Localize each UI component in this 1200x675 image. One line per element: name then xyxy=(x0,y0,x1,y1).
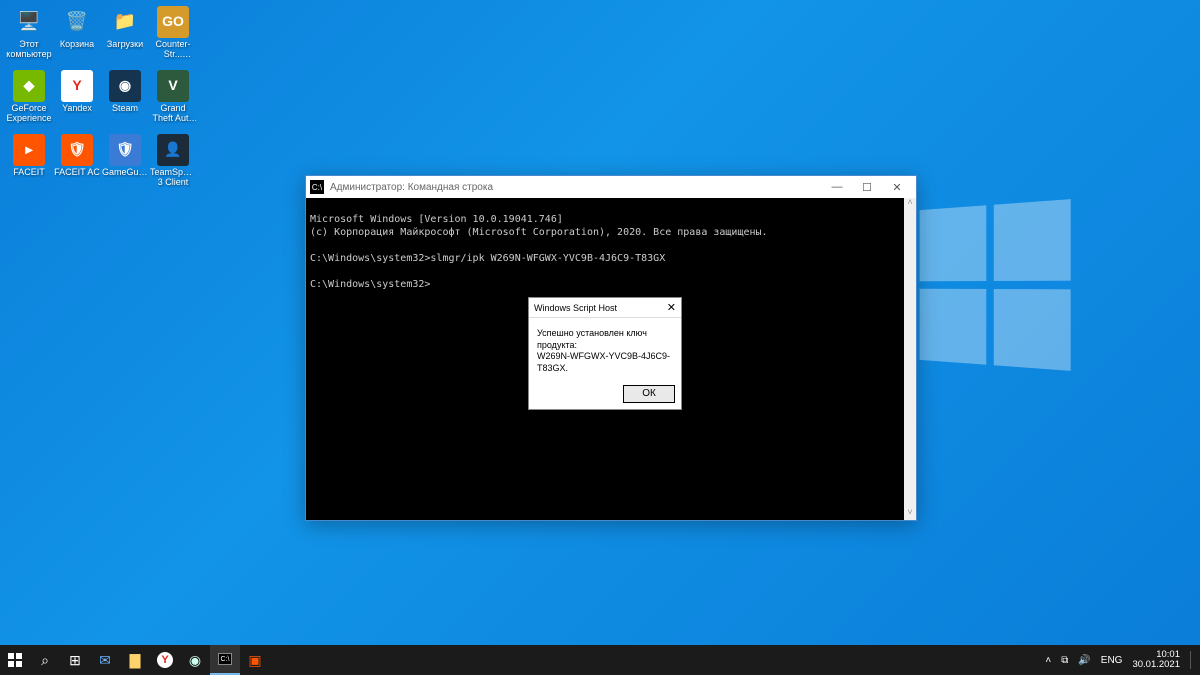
faceit-ac-icon: 🛡 xyxy=(61,134,93,166)
taskbar-app-cmd[interactable]: C:\ xyxy=(210,645,240,675)
tray-chevron-icon[interactable]: ˄ xyxy=(1045,655,1051,666)
desktop-icon-label: Counter-Str... Global Offe... xyxy=(150,40,196,60)
desktop-icon-label: Yandex xyxy=(62,104,92,114)
desktop-icon-label: Grand Theft Auto V xyxy=(150,104,196,124)
start-button[interactable] xyxy=(0,645,30,675)
steam-icon: ◉ xyxy=(109,70,141,102)
desktop-icon-label: Steam xyxy=(112,104,138,114)
taskbar-app-explorer[interactable]: ▇ xyxy=(120,645,150,675)
desktop-icon-yandex[interactable]: Y Yandex xyxy=(54,70,100,128)
recycle-bin-icon: 🗑️ xyxy=(61,6,93,38)
csgo-icon: GO xyxy=(157,6,189,38)
taskbar: ⌕ ⊞ ✉ ▇ Y ◉ C:\ ▣ ˄ ⧉ 🔊 ENG 10:01 30.01.… xyxy=(0,645,1200,675)
desktop-icon-label: GeForce Experience xyxy=(6,104,52,124)
game-icon: ▣ xyxy=(248,652,261,669)
desktop-icon-gameguard[interactable]: 🛡 GameGuard xyxy=(102,134,148,192)
scroll-down-icon[interactable]: ˅ xyxy=(907,508,912,520)
desktop-icon-label: TeamSpeak 3 Client xyxy=(150,168,196,188)
desktop-icon-this-pc[interactable]: 🖥️Этот компьютер xyxy=(6,6,52,64)
this-pc-icon: 🖥️ xyxy=(13,6,45,38)
taskbar-app-yandex[interactable]: Y xyxy=(150,645,180,675)
close-button[interactable]: ✕ xyxy=(882,177,912,197)
desktop-icon-label: FACEIT AC xyxy=(54,168,100,178)
minimize-button[interactable]: — xyxy=(822,177,852,197)
clock-date: 30.01.2021 xyxy=(1132,660,1180,670)
tray-notifications-icon[interactable] xyxy=(1190,651,1194,669)
desktop-icons-area: 🖥️Этот компьютер 🗑️ Корзина 📁 Загрузки GOCoun… xyxy=(6,6,196,192)
taskbar-clock[interactable]: 10:01 30.01.2021 xyxy=(1132,650,1180,671)
task-view-button[interactable]: ⊞ xyxy=(60,645,90,675)
wsh-close-icon[interactable]: ✕ xyxy=(667,301,676,314)
downloads-icon: 📁 xyxy=(109,6,141,38)
steam-icon: ◉ xyxy=(189,652,201,669)
maximize-button[interactable]: ☐ xyxy=(852,177,882,197)
yandex-icon: Y xyxy=(61,70,93,102)
desktop-icon-csgo[interactable]: GOCounter-Str... Global Offe... xyxy=(150,6,196,64)
desktop-icon-faceit[interactable]: ▸ FACEIT xyxy=(6,134,52,192)
cmd-scrollbar[interactable]: ˄ ˅ xyxy=(904,198,916,520)
gameguard-icon: 🛡 xyxy=(109,134,141,166)
wallpaper-windows-logo xyxy=(920,199,1071,371)
desktop-icon-label: Корзина xyxy=(60,40,94,50)
tray-network-icon[interactable]: ⧉ xyxy=(1061,655,1068,666)
scroll-up-icon[interactable]: ˄ xyxy=(907,198,912,210)
cmd-taskbar-icon: C:\ xyxy=(218,653,232,665)
taskbar-app-steam[interactable]: ◉ xyxy=(180,645,210,675)
folder-icon: ▇ xyxy=(130,652,141,669)
cmd-titlebar[interactable]: C:\ Администратор: Командная строка — ☐ … xyxy=(306,176,916,198)
cmd-title-text: Администратор: Командная строка xyxy=(330,182,493,193)
desktop-icon-geforce[interactable]: ◆GeForce Experience xyxy=(6,70,52,128)
taskbar-app-game[interactable]: ▣ xyxy=(240,645,270,675)
desktop-icon-label: Загрузки xyxy=(107,40,143,50)
wsh-msg-line1: Успешно установлен ключ продукта: xyxy=(537,328,673,351)
wsh-ok-button[interactable]: ОК xyxy=(623,385,675,403)
wsh-titlebar[interactable]: Windows Script Host ✕ xyxy=(529,298,681,318)
tray-language[interactable]: ENG xyxy=(1101,655,1123,666)
windows-start-icon xyxy=(8,653,22,667)
desktop-icon-label: Этот компьютер xyxy=(6,40,52,60)
desktop-icon-downloads[interactable]: 📁 Загрузки xyxy=(102,6,148,64)
wsh-msg-line2: W269N-WFGWX-YVC9B-4J6C9-T83GX. xyxy=(537,351,673,374)
wsh-message: Успешно установлен ключ продукта: W269N-… xyxy=(529,318,681,379)
geforce-icon: ◆ xyxy=(13,70,45,102)
desktop-icon-faceit-ac[interactable]: 🛡 FACEIT AC xyxy=(54,134,100,192)
search-button[interactable]: ⌕ xyxy=(30,645,60,675)
faceit-icon: ▸ xyxy=(13,134,45,166)
desktop-icon-gtav[interactable]: VGrand Theft Auto V xyxy=(150,70,196,128)
teamspeak-icon: 👤 xyxy=(157,134,189,166)
wsh-title-text: Windows Script Host xyxy=(534,303,617,313)
desktop-icon-recycle-bin[interactable]: 🗑️ Корзина xyxy=(54,6,100,64)
wsh-dialog: Windows Script Host ✕ Успешно установлен… xyxy=(528,297,682,410)
mail-icon: ✉ xyxy=(99,652,111,669)
yandex-icon: Y xyxy=(157,652,173,668)
desktop-icon-label: GameGuard xyxy=(102,168,148,178)
task-view-icon: ⊞ xyxy=(69,652,81,669)
search-icon: ⌕ xyxy=(41,652,49,669)
desktop-icon-label: FACEIT xyxy=(13,168,45,178)
cmd-icon: C:\ xyxy=(310,180,324,194)
gtav-icon: V xyxy=(157,70,189,102)
desktop-icon-steam[interactable]: ◉ Steam xyxy=(102,70,148,128)
tray-volume-icon[interactable]: 🔊 xyxy=(1078,655,1090,666)
taskbar-app-mail[interactable]: ✉ xyxy=(90,645,120,675)
desktop-icon-teamspeak[interactable]: 👤TeamSpeak 3 Client xyxy=(150,134,196,192)
